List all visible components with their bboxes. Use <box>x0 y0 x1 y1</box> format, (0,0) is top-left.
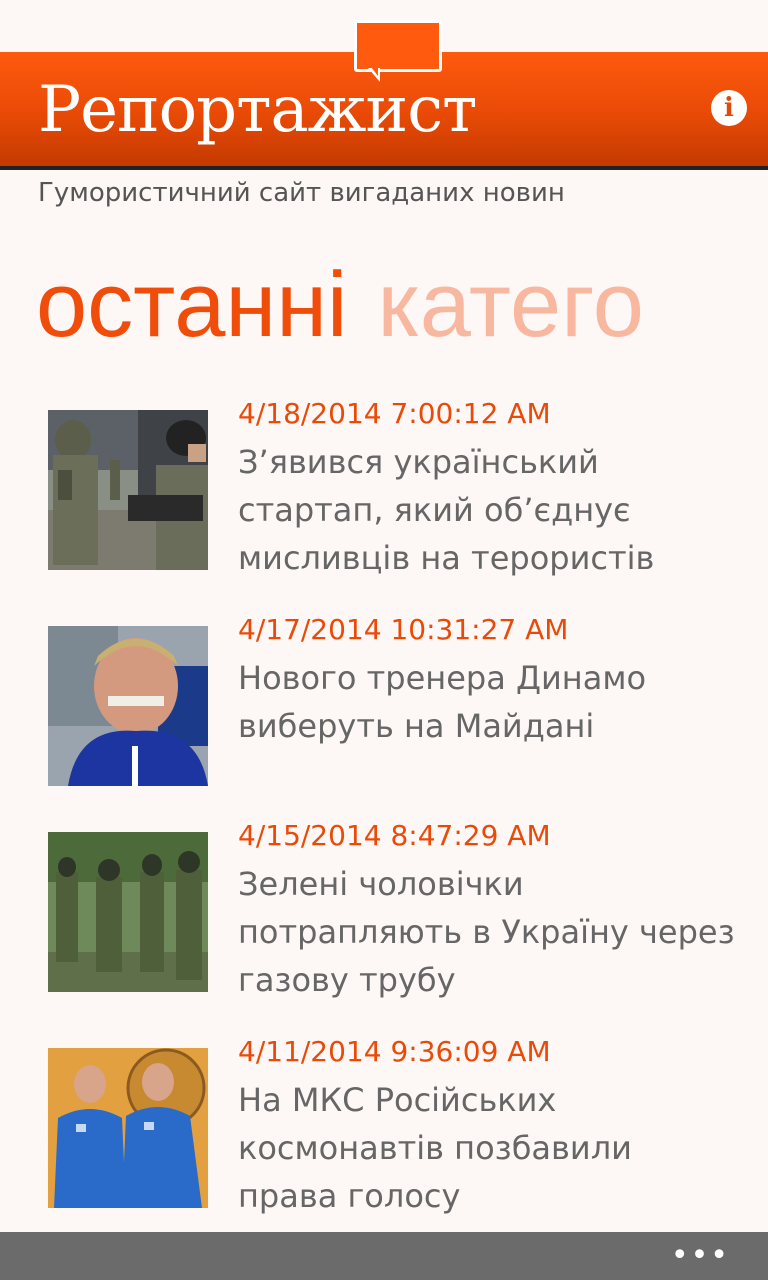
news-headline: Нового тренера Динамо виберуть на Майдан… <box>238 659 647 745</box>
news-date: 4/15/2014 8:47:29 AM <box>238 819 551 852</box>
pivot-tab-categories[interactable]: катего <box>378 254 644 356</box>
tagline: Гумористичний сайт вигаданих новин <box>38 178 565 208</box>
news-date: 4/18/2014 7:00:12 AM <box>238 397 551 430</box>
pivot-header: останні катего <box>36 250 674 360</box>
news-thumbnail <box>48 1048 208 1208</box>
news-headline: З’явився український стартап, який об’єд… <box>238 443 655 577</box>
news-headline: На МКС Російських космонавтів позбавили … <box>238 1081 632 1215</box>
pivot-tab-latest[interactable]: останні <box>36 254 348 356</box>
info-button[interactable]: i <box>711 90 747 126</box>
news-date: 4/17/2014 10:31:27 AM <box>238 613 569 646</box>
more-options-icon[interactable]: ••• <box>671 1238 730 1274</box>
app-bar: ••• <box>0 1232 768 1280</box>
app-logo-title: Репортажист <box>38 73 477 147</box>
news-thumbnail <box>48 410 208 570</box>
speech-bubble-logo-icon <box>354 20 442 72</box>
news-thumbnail <box>48 832 208 992</box>
news-thumbnail <box>48 626 208 786</box>
news-date: 4/11/2014 9:36:09 AM <box>238 1035 551 1068</box>
news-headline: Зелені чоловічки потрапляють в Україну ч… <box>238 865 735 999</box>
